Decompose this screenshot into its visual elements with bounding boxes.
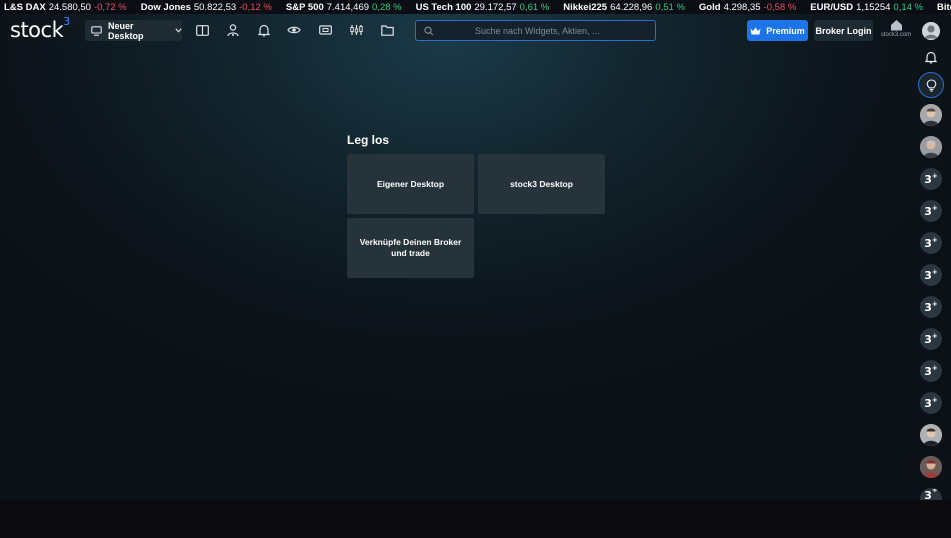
rail-stock3-plus-icon[interactable]: 3 + bbox=[920, 232, 942, 254]
ticker-change: 0,51 % bbox=[655, 1, 685, 13]
market-ticker: L&S DAX 24.580,50 -0,72 % Dow Jones 50.822,5… bbox=[0, 0, 951, 14]
premium-button[interactable]: Premium bbox=[747, 20, 808, 41]
ticker-name: US Tech 100 bbox=[415, 1, 472, 13]
search-input[interactable] bbox=[433, 25, 655, 36]
search-icon bbox=[424, 26, 434, 35]
rail-lightbulb-icon[interactable] bbox=[918, 72, 944, 98]
ticker-value: 4.298,35 bbox=[723, 1, 761, 13]
desktop-select-label: Neuer Desktop bbox=[108, 20, 144, 41]
ticker-item[interactable]: Nikkei225 64.228,96 0,51 % bbox=[563, 2, 685, 13]
folder-icon[interactable] bbox=[379, 22, 395, 38]
rail-stock3-plus-icon[interactable]: 3 + bbox=[920, 392, 942, 414]
ticker-item[interactable]: Dow Jones 50.822,53 -0,12 % bbox=[141, 2, 272, 13]
stock3-com-label: stock3.com bbox=[880, 32, 912, 38]
bell-icon[interactable] bbox=[256, 22, 272, 38]
stock3-logo[interactable]: stock3 bbox=[10, 15, 70, 42]
tile-label: Verknüpfe Deinen Broker und trade bbox=[359, 237, 462, 258]
ticker-value: 24.580,50 bbox=[48, 1, 91, 13]
ticker-item[interactable]: Gold 4.298,35 -0,58 % bbox=[699, 2, 796, 13]
ticker-name: EUR/USD bbox=[810, 1, 854, 13]
home-icon bbox=[890, 20, 902, 31]
ticker-name: Dow Jones bbox=[140, 1, 191, 13]
ticker-change: -0,12 % bbox=[239, 1, 272, 13]
eye-icon[interactable] bbox=[286, 22, 302, 38]
tile-broker-connect[interactable]: Verknüpfe Deinen Broker und trade bbox=[347, 218, 474, 278]
stock3-com-link[interactable]: stock3.com bbox=[878, 19, 914, 43]
workspace-background bbox=[0, 14, 951, 500]
tile-stock3-desktop[interactable]: stock3 Desktop bbox=[478, 154, 605, 214]
rail-stock3-plus-icon[interactable]: 3 + bbox=[920, 296, 942, 318]
ticket-icon[interactable] bbox=[317, 22, 333, 38]
ticker-change: -0,72 % bbox=[93, 1, 127, 13]
ticker-item[interactable]: EUR/USD 1,15254 0,14 % bbox=[810, 2, 923, 13]
monitor-icon bbox=[91, 25, 102, 36]
tile-label: stock3 Desktop bbox=[510, 178, 573, 189]
search-bar[interactable] bbox=[415, 20, 656, 41]
signal-chart-icon[interactable] bbox=[348, 22, 364, 38]
ticker-value: 50.822,53 bbox=[193, 1, 237, 13]
user-network-icon[interactable] bbox=[225, 22, 241, 38]
tile-label: Eigener Desktop bbox=[376, 178, 445, 189]
premium-label: Premium bbox=[766, 25, 805, 36]
section-title: Leg los bbox=[347, 133, 390, 147]
ticker-change: 0,28 % bbox=[372, 1, 402, 13]
chevron-down-icon bbox=[175, 28, 182, 33]
desktop-select[interactable]: Neuer Desktop bbox=[85, 20, 182, 41]
ticker-name: L&S DAX bbox=[4, 1, 46, 13]
rail-bell-icon[interactable] bbox=[920, 46, 942, 68]
rail-expert-avatar[interactable] bbox=[920, 456, 942, 478]
broker-login-button[interactable]: Broker Login bbox=[814, 20, 873, 41]
rail-expert-avatar[interactable] bbox=[920, 104, 942, 126]
rail-stock3-plus-icon[interactable]: 3 + bbox=[920, 168, 942, 190]
ticker-name: Nikkei225 bbox=[563, 1, 608, 13]
ticker-item[interactable]: L&S DAX 24.580,50 -0,72 % bbox=[4, 2, 127, 13]
rail-expert-avatar[interactable] bbox=[920, 136, 942, 158]
ticker-name: Gold bbox=[698, 1, 721, 13]
rail-stock3-plus-icon[interactable]: 3 + bbox=[920, 360, 942, 382]
ticker-value: 64.228,96 bbox=[610, 1, 653, 13]
rail-stock3-plus-icon[interactable]: 3 + bbox=[920, 200, 942, 222]
user-avatar[interactable] bbox=[922, 22, 940, 40]
crown-icon bbox=[750, 27, 761, 34]
tile-eigener-desktop[interactable]: Eigener Desktop bbox=[347, 154, 474, 214]
rail-stock3-plus-icon[interactable]: 3 + bbox=[920, 264, 942, 286]
ticker-item[interactable]: US Tech 100 29.172,57 0,61 % bbox=[416, 2, 550, 13]
broker-login-label: Broker Login bbox=[815, 25, 872, 36]
ticker-change: 0,61 % bbox=[519, 1, 550, 13]
ticker-item[interactable]: S&P 500 7.414,469 0,28 % bbox=[286, 2, 402, 13]
split-layout-icon[interactable] bbox=[194, 22, 210, 38]
ticker-name: Bitcoin BTC/USD bbox=[936, 1, 951, 13]
rail-expert-avatar[interactable] bbox=[920, 424, 942, 446]
footer-strip bbox=[0, 500, 951, 538]
ticker-change: 0,14 % bbox=[893, 1, 923, 13]
ticker-value: 1,15254 bbox=[856, 1, 891, 13]
ticker-change: -0,58 % bbox=[763, 1, 797, 13]
ticker-item[interactable]: Bitcoin BTC/USD63.026,882,07 % bbox=[937, 2, 951, 13]
rail-stock3-plus-icon[interactable]: 3 + bbox=[920, 328, 942, 350]
ticker-name: S&P 500 bbox=[285, 1, 324, 13]
ticker-value: 29.172,57 bbox=[474, 1, 517, 13]
ticker-value: 7.414,469 bbox=[326, 1, 370, 13]
